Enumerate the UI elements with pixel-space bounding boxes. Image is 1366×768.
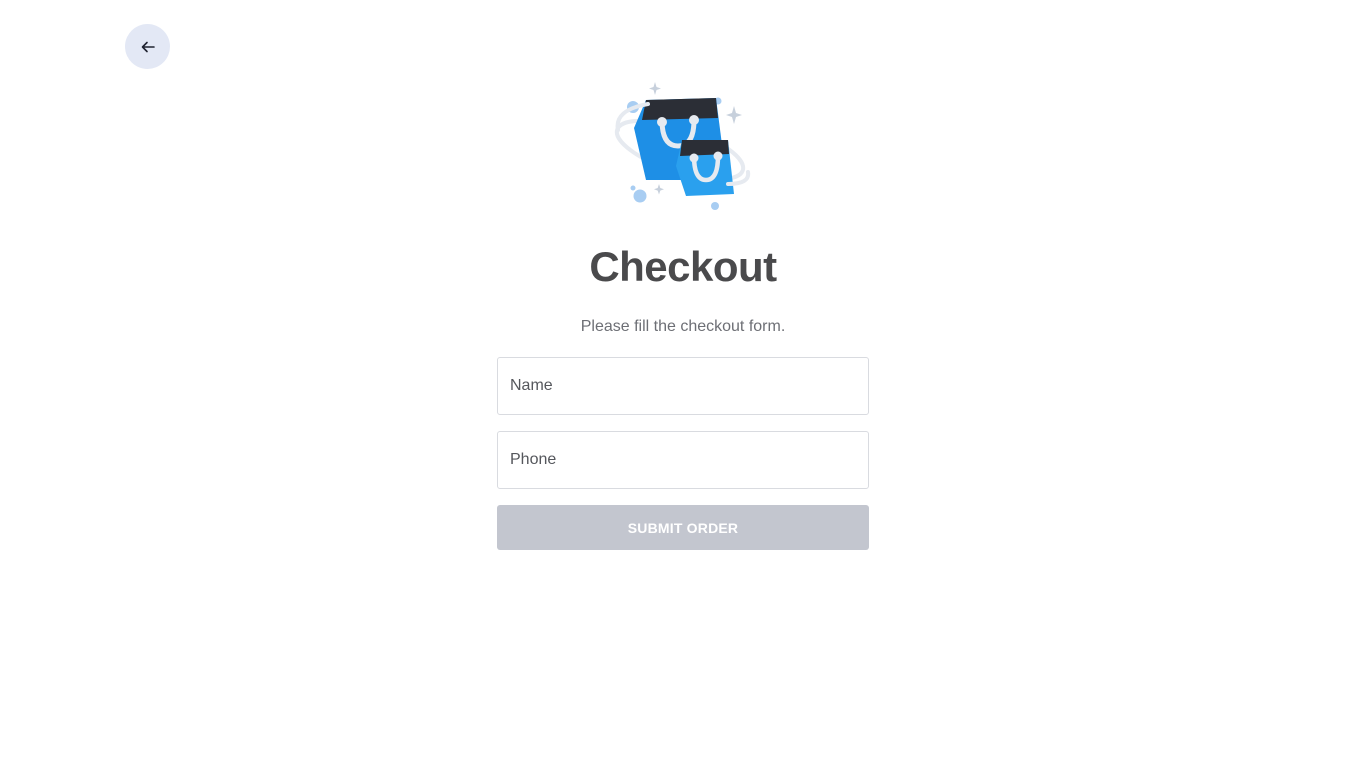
page-title: Checkout <box>589 243 777 290</box>
name-input[interactable] <box>497 357 869 415</box>
back-button[interactable] <box>125 24 170 69</box>
arrow-left-icon <box>141 41 155 52</box>
phone-input[interactable] <box>497 431 869 489</box>
page-subtitle: Please fill the checkout form. <box>580 318 786 335</box>
checkout-page: Checkout Please fill the checkout form. … <box>0 0 1366 768</box>
shopping-bags-icon <box>614 82 751 210</box>
submit-order-button[interactable]: SUBMIT ORDER <box>497 505 869 550</box>
